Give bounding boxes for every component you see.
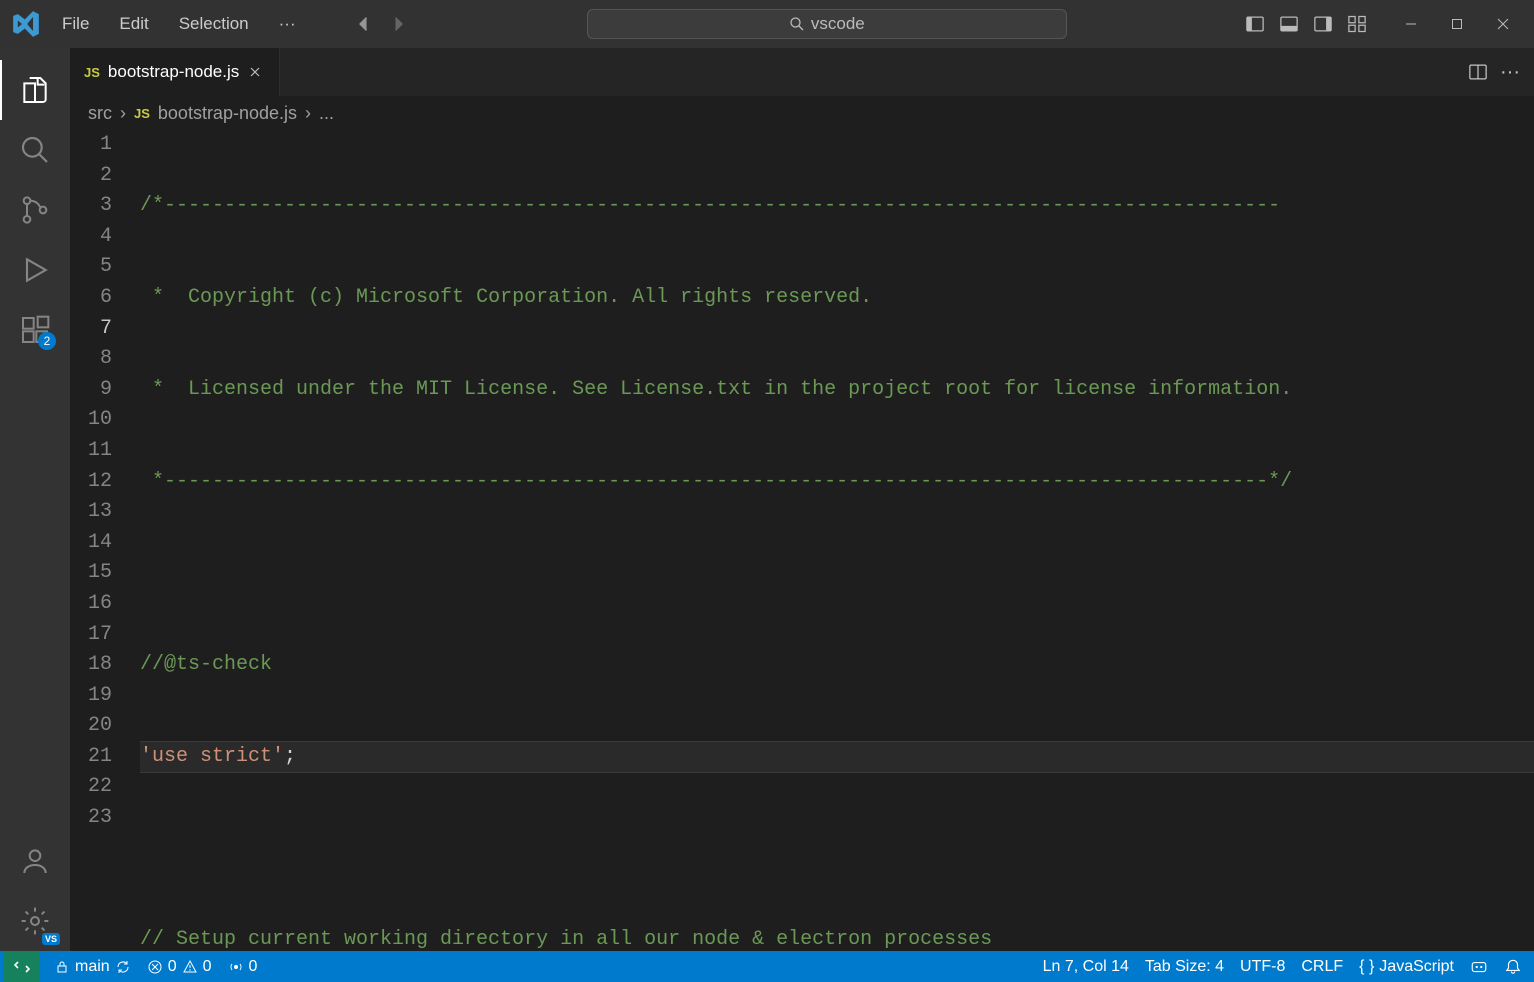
menu-file[interactable]: File bbox=[48, 8, 103, 40]
nav-forward-button[interactable] bbox=[384, 10, 412, 38]
remote-icon bbox=[14, 959, 30, 975]
titlebar: File Edit Selection ··· vscode bbox=[0, 0, 1534, 48]
status-branch[interactable]: main bbox=[46, 951, 139, 982]
command-center: vscode bbox=[412, 9, 1242, 39]
status-eol[interactable]: CRLF bbox=[1293, 951, 1351, 982]
customize-layout-button[interactable] bbox=[1344, 11, 1370, 37]
branch-name: main bbox=[75, 958, 110, 976]
status-ports[interactable]: 0 bbox=[220, 951, 266, 982]
activity-source-control[interactable] bbox=[0, 180, 70, 240]
tabs-row: JS bootstrap-node.js ··· bbox=[70, 48, 1534, 96]
braces-icon: { } bbox=[1359, 958, 1374, 976]
status-indentation[interactable]: Tab Size: 4 bbox=[1137, 951, 1232, 982]
layout-controls bbox=[1242, 11, 1370, 37]
activity-search[interactable] bbox=[0, 120, 70, 180]
status-copilot[interactable] bbox=[1462, 951, 1496, 982]
lock-icon bbox=[54, 959, 70, 975]
breadcrumb-file[interactable]: bootstrap-node.js bbox=[158, 103, 297, 124]
status-cursor-position[interactable]: Ln 7, Col 14 bbox=[1035, 951, 1137, 982]
activity-settings[interactable]: VS bbox=[0, 891, 70, 951]
status-problems[interactable]: 0 0 bbox=[139, 951, 220, 982]
code-content[interactable]: /*--------------------------------------… bbox=[140, 130, 1534, 951]
toggle-panel-button[interactable] bbox=[1276, 11, 1302, 37]
js-file-icon: JS bbox=[84, 65, 100, 80]
code-editor[interactable]: 1 2 3 4 5 6 7 8 9 10 11 12 13 14 15 16 1… bbox=[70, 130, 1534, 951]
command-center-text: vscode bbox=[811, 14, 865, 34]
tab-actions: ··· bbox=[1454, 48, 1534, 96]
window-controls bbox=[1388, 4, 1526, 44]
status-bar: main 0 0 0 Ln 7, Col 14 Tab Size: 4 UTF-… bbox=[0, 951, 1534, 982]
close-button[interactable] bbox=[1480, 4, 1526, 44]
warning-icon bbox=[182, 959, 198, 975]
copilot-icon bbox=[1470, 958, 1488, 976]
breadcrumb[interactable]: src › JS bootstrap-node.js › ... bbox=[70, 96, 1534, 130]
editor-more-button[interactable]: ··· bbox=[1500, 61, 1520, 84]
maximize-button[interactable] bbox=[1434, 4, 1480, 44]
search-icon bbox=[789, 16, 805, 32]
menu-selection[interactable]: Selection bbox=[165, 8, 263, 40]
line-number-gutter: 1 2 3 4 5 6 7 8 9 10 11 12 13 14 15 16 1… bbox=[70, 130, 140, 951]
nav-back-button[interactable] bbox=[350, 10, 378, 38]
bell-icon bbox=[1504, 958, 1522, 976]
status-language[interactable]: { } JavaScript bbox=[1351, 951, 1462, 982]
radio-icon bbox=[228, 959, 244, 975]
vscode-logo-icon bbox=[12, 10, 40, 38]
command-center-input[interactable]: vscode bbox=[587, 9, 1067, 39]
toggle-secondary-sidebar-button[interactable] bbox=[1310, 11, 1336, 37]
activity-extensions[interactable]: 2 bbox=[0, 300, 70, 360]
chevron-right-icon: › bbox=[305, 103, 311, 124]
breadcrumb-more[interactable]: ... bbox=[319, 103, 334, 124]
status-notifications[interactable] bbox=[1496, 951, 1530, 982]
menu-bar: File Edit Selection ··· bbox=[48, 8, 310, 40]
minimize-button[interactable] bbox=[1388, 4, 1434, 44]
menu-edit[interactable]: Edit bbox=[105, 8, 162, 40]
main-area: 2 VS JS bootstrap-node.js ··· bbox=[0, 48, 1534, 951]
toggle-primary-sidebar-button[interactable] bbox=[1242, 11, 1268, 37]
js-file-icon: JS bbox=[134, 106, 150, 121]
settings-vs-badge: VS bbox=[42, 933, 60, 945]
tab-filename: bootstrap-node.js bbox=[108, 62, 239, 82]
sync-icon bbox=[115, 959, 131, 975]
status-remote-button[interactable] bbox=[4, 951, 40, 982]
chevron-right-icon: › bbox=[120, 103, 126, 124]
breadcrumb-folder[interactable]: src bbox=[88, 103, 112, 124]
editor-region: JS bootstrap-node.js ··· src › JS bootst… bbox=[70, 48, 1534, 951]
menu-more[interactable]: ··· bbox=[265, 8, 310, 40]
nav-arrows bbox=[350, 10, 412, 38]
tab-close-button[interactable] bbox=[247, 64, 265, 80]
activity-run-debug[interactable] bbox=[0, 240, 70, 300]
split-editor-button[interactable] bbox=[1468, 62, 1488, 82]
error-icon bbox=[147, 959, 163, 975]
activity-bar: 2 VS bbox=[0, 48, 70, 951]
editor-tab[interactable]: JS bootstrap-node.js bbox=[70, 48, 280, 96]
activity-accounts[interactable] bbox=[0, 831, 70, 891]
extensions-badge: 2 bbox=[38, 332, 56, 350]
status-encoding[interactable]: UTF-8 bbox=[1232, 951, 1293, 982]
activity-explorer[interactable] bbox=[0, 60, 70, 120]
